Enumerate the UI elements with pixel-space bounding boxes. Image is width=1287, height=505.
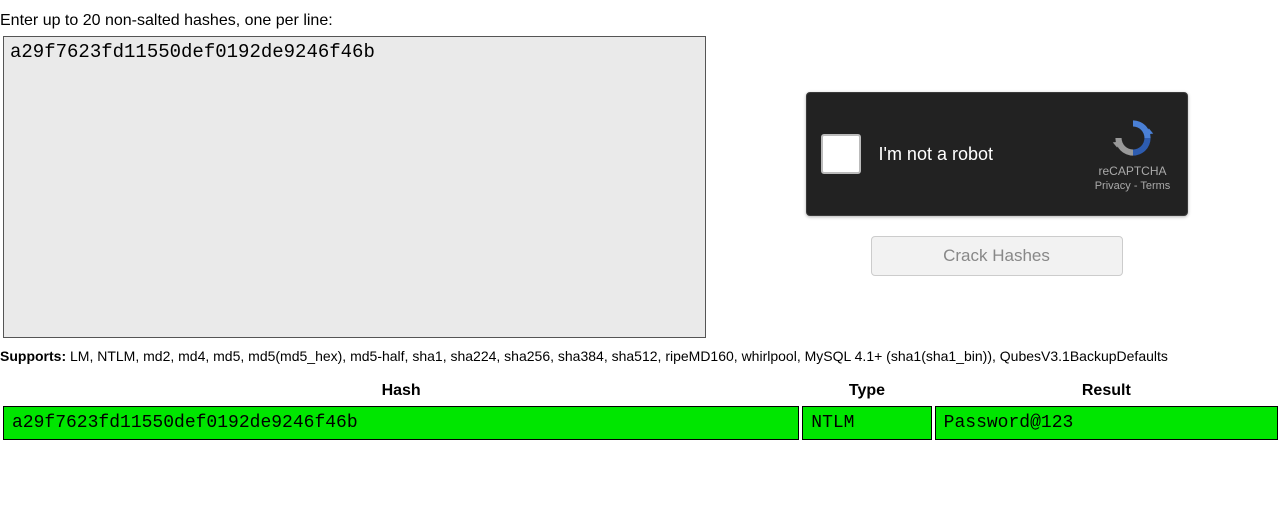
hash-input[interactable] [3,36,706,338]
recaptcha-privacy-terms[interactable]: Privacy - Terms [1095,180,1171,192]
cell-result: Password@123 [935,406,1278,440]
column-header-hash: Hash [3,376,799,406]
column-header-result: Result [935,376,1278,406]
crack-hashes-button[interactable]: Crack Hashes [871,236,1123,276]
recaptcha-widget: I'm not a robot reCAPTCHA Privacy - Term… [806,92,1188,216]
recaptcha-checkbox[interactable] [821,134,861,174]
cell-type: NTLM [802,406,931,440]
supports-list: LM, NTLM, md2, md4, md5, md5(md5_hex), m… [66,348,1168,364]
instruction-text: Enter up to 20 non-salted hashes, one pe… [0,12,1287,30]
table-row: a29f7623fd11550def0192de9246f46b NTLM Pa… [3,406,1278,440]
recaptcha-label: I'm not a robot [879,144,1093,165]
results-table: Hash Type Result a29f7623fd11550def0192d… [0,376,1281,440]
supports-line: Supports: LM, NTLM, md2, md4, md5, md5(m… [0,348,1287,364]
recaptcha-logo-icon [1111,116,1155,160]
supports-label: Supports: [0,348,66,364]
cell-hash: a29f7623fd11550def0192de9246f46b [3,406,799,440]
column-header-type: Type [802,376,931,406]
recaptcha-brand-text: reCAPTCHA [1098,164,1166,178]
